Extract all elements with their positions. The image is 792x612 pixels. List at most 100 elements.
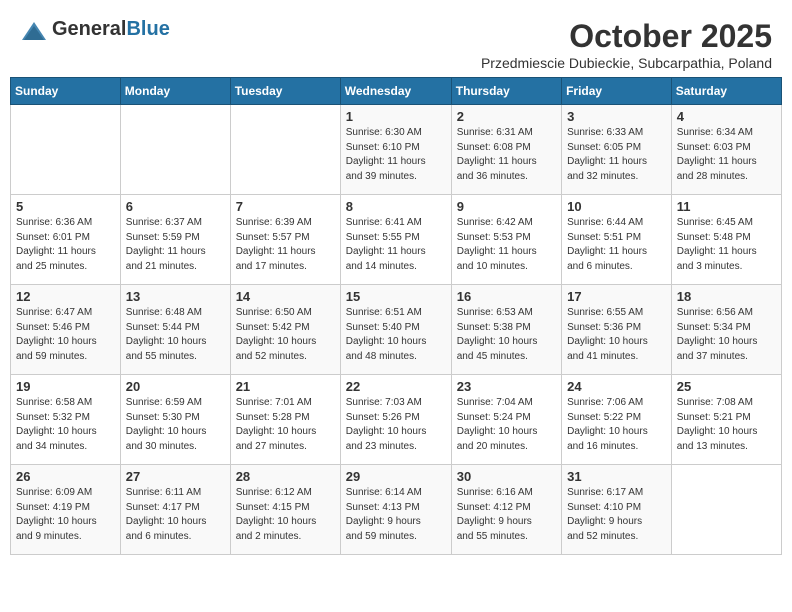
location-subtitle: Przedmiescie Dubieckie, Subcarpathia, Po… <box>481 55 772 71</box>
day-number: 15 <box>346 289 446 304</box>
day-number: 27 <box>126 469 225 484</box>
calendar-cell: 4 Sunrise: 6:34 AM Sunset: 6:03 PM Daylig… <box>671 105 781 195</box>
calendar-cell: 19Sunrise: 6:58 AM Sunset: 5:32 PM Dayli… <box>11 375 121 465</box>
day-number: 22 <box>346 379 446 394</box>
calendar-cell: 27 Sunrise: 6:11 AM Sunset: 4:17 PM Dayli… <box>120 465 230 555</box>
day-info: Sunrise: 7:04 AM Sunset: 5:24 PM Dayligh… <box>457 396 556 454</box>
calendar-cell: 3 Sunrise: 6:33 AM Sunset: 6:05 PM Daylig… <box>562 105 672 195</box>
calendar-body: 1 Sunrise: 6:30 AM Sunset: 6:10 PM Daylig… <box>11 105 782 555</box>
day-info: Sunrise: 6:50 AM Sunset: 5:42 PM Dayligh… <box>236 306 335 364</box>
calendar-cell: 5 Sunrise: 6:36 AM Sunset: 6:01 PM Daylig… <box>11 195 121 285</box>
day-number: 29 <box>346 469 446 484</box>
day-info: Sunrise: 6:44 AM Sunset: 5:51 PM Dayligh… <box>567 216 666 274</box>
calendar-cell: 29 Sunrise: 6:14 AM Sunset: 4:13 PM Dayli… <box>340 465 451 555</box>
weekday-header-wednesday: Wednesday <box>340 78 451 105</box>
day-number: 1 <box>346 109 446 124</box>
calendar-cell: 8Sunrise: 6:41 AM Sunset: 5:55 PM Daylig… <box>340 195 451 285</box>
day-number: 14 <box>236 289 335 304</box>
calendar-cell: 14 Sunrise: 6:50 AM Sunset: 5:42 PM Dayli… <box>230 285 340 375</box>
calendar-cell: 6 Sunrise: 6:37 AM Sunset: 5:59 PM Daylig… <box>120 195 230 285</box>
day-info: Sunrise: 6:47 AM Sunset: 5:46 PM Dayligh… <box>16 306 115 364</box>
logo: GeneralBlue <box>20 18 170 44</box>
logo-icon <box>20 20 48 44</box>
day-info: Sunrise: 6:31 AM Sunset: 6:08 PM Dayligh… <box>457 126 556 184</box>
calendar-cell: 10 Sunrise: 6:44 AM Sunset: 5:51 PM Dayli… <box>562 195 672 285</box>
calendar-cell: 11Sunrise: 6:45 AM Sunset: 5:48 PM Dayli… <box>671 195 781 285</box>
calendar-cell: 9 Sunrise: 6:42 AM Sunset: 5:53 PM Daylig… <box>451 195 561 285</box>
day-info: Sunrise: 6:30 AM Sunset: 6:10 PM Dayligh… <box>346 126 446 184</box>
day-number: 25 <box>677 379 776 394</box>
calendar-cell: 31Sunrise: 6:17 AM Sunset: 4:10 PM Dayli… <box>562 465 672 555</box>
calendar-week-3: 12 Sunrise: 6:47 AM Sunset: 5:46 PM Dayli… <box>11 285 782 375</box>
title-block: October 2025 Przedmiescie Dubieckie, Sub… <box>481 18 772 71</box>
day-info: Sunrise: 6:55 AM Sunset: 5:36 PM Dayligh… <box>567 306 666 364</box>
weekday-header-monday: Monday <box>120 78 230 105</box>
day-info: Sunrise: 6:42 AM Sunset: 5:53 PM Dayligh… <box>457 216 556 274</box>
day-number: 3 <box>567 109 666 124</box>
calendar-header: SundayMondayTuesdayWednesdayThursdayFrid… <box>11 78 782 105</box>
day-info: Sunrise: 7:06 AM Sunset: 5:22 PM Dayligh… <box>567 396 666 454</box>
day-info: Sunrise: 6:56 AM Sunset: 5:34 PM Dayligh… <box>677 306 776 364</box>
calendar-week-4: 19Sunrise: 6:58 AM Sunset: 5:32 PM Dayli… <box>11 375 782 465</box>
weekday-header-row: SundayMondayTuesdayWednesdayThursdayFrid… <box>11 78 782 105</box>
day-info: Sunrise: 6:11 AM Sunset: 4:17 PM Dayligh… <box>126 486 225 544</box>
day-number: 21 <box>236 379 335 394</box>
day-number: 4 <box>677 109 776 124</box>
calendar-week-1: 1 Sunrise: 6:30 AM Sunset: 6:10 PM Daylig… <box>11 105 782 195</box>
calendar-table: SundayMondayTuesdayWednesdayThursdayFrid… <box>10 77 782 555</box>
day-info: Sunrise: 7:03 AM Sunset: 5:26 PM Dayligh… <box>346 396 446 454</box>
day-info: Sunrise: 6:53 AM Sunset: 5:38 PM Dayligh… <box>457 306 556 364</box>
weekday-header-sunday: Sunday <box>11 78 121 105</box>
day-number: 20 <box>126 379 225 394</box>
month-title: October 2025 <box>481 18 772 55</box>
calendar-cell: 25 Sunrise: 7:08 AM Sunset: 5:21 PM Dayli… <box>671 375 781 465</box>
calendar-cell: 22 Sunrise: 7:03 AM Sunset: 5:26 PM Dayli… <box>340 375 451 465</box>
weekday-header-tuesday: Tuesday <box>230 78 340 105</box>
day-number: 2 <box>457 109 556 124</box>
day-info: Sunrise: 6:59 AM Sunset: 5:30 PM Dayligh… <box>126 396 225 454</box>
calendar-cell <box>671 465 781 555</box>
calendar-cell: 1 Sunrise: 6:30 AM Sunset: 6:10 PM Daylig… <box>340 105 451 195</box>
day-info: Sunrise: 7:08 AM Sunset: 5:21 PM Dayligh… <box>677 396 776 454</box>
page-header: GeneralBlue October 2025 Przedmiescie Du… <box>10 10 782 71</box>
calendar-cell: 18Sunrise: 6:56 AM Sunset: 5:34 PM Dayli… <box>671 285 781 375</box>
calendar-cell: 15Sunrise: 6:51 AM Sunset: 5:40 PM Dayli… <box>340 285 451 375</box>
calendar-week-2: 5 Sunrise: 6:36 AM Sunset: 6:01 PM Daylig… <box>11 195 782 285</box>
calendar-week-5: 26 Sunrise: 6:09 AM Sunset: 4:19 PM Dayli… <box>11 465 782 555</box>
day-info: Sunrise: 6:34 AM Sunset: 6:03 PM Dayligh… <box>677 126 776 184</box>
day-number: 6 <box>126 199 225 214</box>
day-number: 12 <box>16 289 115 304</box>
weekday-header-friday: Friday <box>562 78 672 105</box>
day-number: 19 <box>16 379 115 394</box>
day-number: 26 <box>16 469 115 484</box>
logo-blue: Blue <box>126 18 169 40</box>
calendar-cell: 17 Sunrise: 6:55 AM Sunset: 5:36 PM Dayli… <box>562 285 672 375</box>
day-number: 31 <box>567 469 666 484</box>
calendar-cell: 26 Sunrise: 6:09 AM Sunset: 4:19 PM Dayli… <box>11 465 121 555</box>
day-info: Sunrise: 6:36 AM Sunset: 6:01 PM Dayligh… <box>16 216 115 274</box>
day-number: 24 <box>567 379 666 394</box>
day-number: 13 <box>126 289 225 304</box>
weekday-header-saturday: Saturday <box>671 78 781 105</box>
calendar-cell: 28Sunrise: 6:12 AM Sunset: 4:15 PM Dayli… <box>230 465 340 555</box>
day-number: 5 <box>16 199 115 214</box>
day-info: Sunrise: 6:14 AM Sunset: 4:13 PM Dayligh… <box>346 486 446 544</box>
day-number: 30 <box>457 469 556 484</box>
calendar-cell: 16 Sunrise: 6:53 AM Sunset: 5:38 PM Dayli… <box>451 285 561 375</box>
day-number: 10 <box>567 199 666 214</box>
day-number: 7 <box>236 199 335 214</box>
day-number: 16 <box>457 289 556 304</box>
day-number: 17 <box>567 289 666 304</box>
day-info: Sunrise: 6:41 AM Sunset: 5:55 PM Dayligh… <box>346 216 446 274</box>
logo-text: GeneralBlue <box>52 18 170 41</box>
calendar-cell: 2 Sunrise: 6:31 AM Sunset: 6:08 PM Daylig… <box>451 105 561 195</box>
calendar-cell: 21Sunrise: 7:01 AM Sunset: 5:28 PM Dayli… <box>230 375 340 465</box>
calendar-cell: 7 Sunrise: 6:39 AM Sunset: 5:57 PM Daylig… <box>230 195 340 285</box>
day-info: Sunrise: 6:09 AM Sunset: 4:19 PM Dayligh… <box>16 486 115 544</box>
day-number: 9 <box>457 199 556 214</box>
calendar-cell: 12 Sunrise: 6:47 AM Sunset: 5:46 PM Dayli… <box>11 285 121 375</box>
day-info: Sunrise: 6:48 AM Sunset: 5:44 PM Dayligh… <box>126 306 225 364</box>
day-info: Sunrise: 6:37 AM Sunset: 5:59 PM Dayligh… <box>126 216 225 274</box>
day-info: Sunrise: 6:33 AM Sunset: 6:05 PM Dayligh… <box>567 126 666 184</box>
day-info: Sunrise: 6:39 AM Sunset: 5:57 PM Dayligh… <box>236 216 335 274</box>
